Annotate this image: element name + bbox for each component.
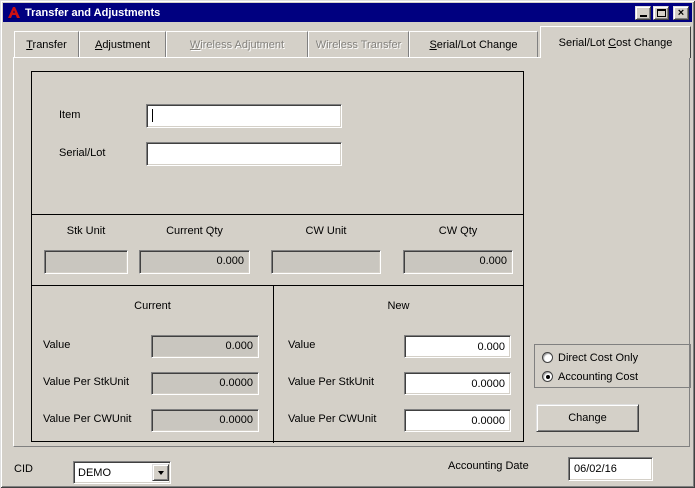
- tab-wireless-adjutment: Wireless Adjutment: [166, 31, 308, 57]
- stk-unit-label: Stk Unit: [44, 225, 128, 237]
- current-qty-field: 0.000: [139, 250, 250, 274]
- tab-serial-lot-change[interactable]: Serial/Lot Change: [409, 31, 538, 57]
- cid-label: CID: [14, 463, 33, 475]
- close-icon: ×: [678, 8, 684, 18]
- current-value-per-stkunit-field: 0.0000: [151, 372, 259, 395]
- current-value-per-stkunit-label: Value Per StkUnit: [43, 376, 129, 388]
- cw-qty-field: 0.000: [403, 250, 513, 274]
- current-qty-label: Current Qty: [139, 225, 250, 237]
- new-title: New: [274, 300, 523, 312]
- current-values-column: Current Value 0.000 Value Per StkUnit 0.…: [32, 286, 274, 443]
- minimize-icon: [640, 15, 647, 17]
- cid-dropdown-button[interactable]: [152, 464, 169, 481]
- accounting-cost-radio[interactable]: Accounting Cost: [542, 369, 638, 384]
- text-caret: [152, 109, 153, 122]
- direct-cost-only-label: Direct Cost Only: [558, 352, 638, 364]
- transfer-and-adjustments-window: Transfer and Adjustments × Transfer Adju…: [0, 0, 695, 488]
- serial-lot-input[interactable]: [146, 142, 342, 166]
- serial-lot-label: Serial/Lot: [59, 147, 105, 159]
- maximize-icon: [657, 9, 666, 17]
- serial-lot-cost-change-page: Item Serial/Lot Stk Unit Current Qty CW …: [13, 57, 690, 447]
- radio-unselected-icon: [542, 352, 553, 363]
- new-value-per-stkunit-label: Value Per StkUnit: [288, 376, 374, 388]
- window-title: Transfer and Adjustments: [25, 7, 160, 19]
- current-title: Current: [32, 300, 273, 312]
- new-value-input[interactable]: [404, 335, 511, 358]
- accounting-cost-label: Accounting Cost: [558, 371, 638, 383]
- change-button[interactable]: Change: [536, 404, 639, 432]
- dropdown-arrow-icon: [158, 471, 164, 475]
- accounting-date-input[interactable]: [568, 457, 653, 481]
- cost-mode-group: Direct Cost Only Accounting Cost: [534, 344, 691, 388]
- direct-cost-only-radio[interactable]: Direct Cost Only: [542, 350, 638, 365]
- form-box: Item Serial/Lot Stk Unit Current Qty CW …: [31, 71, 524, 442]
- item-section: Item Serial/Lot: [32, 72, 523, 214]
- tab-adjustment[interactable]: Adjustment: [79, 31, 166, 57]
- current-value-field: 0.000: [151, 335, 259, 358]
- cw-unit-field: [271, 250, 381, 274]
- maximize-button[interactable]: [653, 6, 669, 20]
- minimize-button[interactable]: [635, 6, 651, 20]
- item-input[interactable]: [146, 104, 342, 128]
- new-value-per-cwunit-input[interactable]: [404, 409, 511, 432]
- tab-serial-lot-cost-change[interactable]: Serial/Lot Cost Change: [540, 26, 691, 58]
- new-value-per-stkunit-input[interactable]: [404, 372, 511, 395]
- app-icon: [7, 6, 21, 20]
- radio-selected-icon: [542, 371, 553, 382]
- cid-combobox[interactable]: DEMO: [73, 461, 171, 484]
- cw-unit-label: CW Unit: [271, 225, 381, 237]
- tab-wireless-transfer: Wireless Transfer: [308, 31, 409, 57]
- item-label: Item: [59, 109, 80, 121]
- stk-unit-field: [44, 250, 128, 274]
- accounting-date-label: Accounting Date: [448, 460, 529, 472]
- current-value-per-cwunit-field: 0.0000: [151, 409, 259, 432]
- new-value-label: Value: [288, 339, 315, 351]
- cw-qty-label: CW Qty: [403, 225, 513, 237]
- quantity-section: Stk Unit Current Qty CW Unit CW Qty 0.00…: [32, 214, 523, 285]
- current-value-per-cwunit-label: Value Per CWUnit: [43, 413, 131, 425]
- close-button[interactable]: ×: [673, 6, 689, 20]
- tab-transfer[interactable]: Transfer: [14, 31, 79, 57]
- title-bar: Transfer and Adjustments ×: [3, 3, 692, 22]
- cid-selected-value: DEMO: [74, 467, 152, 479]
- values-section: Current Value 0.000 Value Per StkUnit 0.…: [32, 285, 523, 443]
- current-value-label: Value: [43, 339, 70, 351]
- new-values-column: New Value Value Per StkUnit Value Per CW…: [274, 286, 523, 443]
- new-value-per-cwunit-label: Value Per CWUnit: [288, 413, 376, 425]
